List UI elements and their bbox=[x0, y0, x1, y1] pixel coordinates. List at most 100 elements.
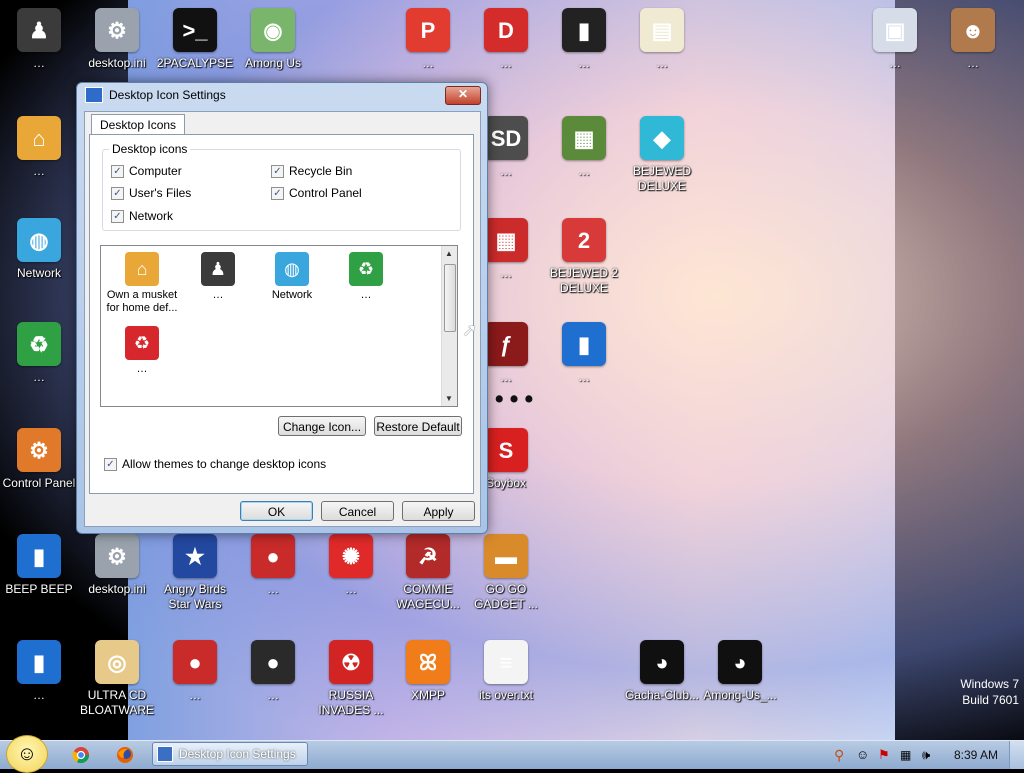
checkbox-recycle-bin[interactable]: ✓ Recycle Bin bbox=[271, 164, 352, 178]
scroll-down-arrow-icon[interactable]: ▼ bbox=[445, 394, 453, 403]
desktop-icon[interactable]: ▬ GO GO GADGET ... bbox=[467, 534, 545, 612]
apply-button[interactable]: Apply bbox=[402, 501, 475, 521]
flash-player-icon: ƒ bbox=[484, 322, 528, 366]
desktop-icon-label: XMPP bbox=[410, 688, 445, 702]
icon-list-view[interactable]: ⌂ Own a musket for home def... ♟… ◍ Network ♻… bbox=[100, 245, 458, 407]
checkbox-control-panel[interactable]: ✓ Control Panel bbox=[271, 186, 362, 200]
icon-list-item[interactable]: ♟… bbox=[179, 252, 257, 302]
desktop-icon[interactable]: ≡ its over.txt bbox=[467, 640, 545, 703]
checkbox-label: Computer bbox=[129, 164, 182, 178]
dialog-title: Desktop Icon Settings bbox=[109, 88, 226, 102]
show-desktop-button[interactable] bbox=[1009, 741, 1024, 769]
desktop-icon[interactable]: ◕ Among-Us_... bbox=[701, 640, 779, 703]
desktop-icon[interactable]: ▮… bbox=[0, 640, 78, 703]
icon-list-item[interactable]: ⌂ Own a musket for home def... bbox=[103, 252, 181, 315]
desktop-icon[interactable]: ☻… bbox=[934, 8, 1012, 71]
taskbar-item-desktop-icon-settings[interactable]: Desktop Icon Settings bbox=[152, 742, 308, 766]
checkbox-box[interactable]: ✓ bbox=[111, 186, 124, 200]
desktop-icon[interactable]: ☢ RUSSIA INVADES ... bbox=[312, 640, 390, 718]
network-tray-icon[interactable]: ▦ bbox=[900, 748, 914, 762]
desktop-icon[interactable]: ●… bbox=[234, 534, 312, 597]
desktop-icon[interactable]: ꕤ XMPP bbox=[389, 640, 467, 703]
app-icon: ▮ bbox=[17, 640, 61, 684]
desktop-icon[interactable]: ▮… bbox=[545, 322, 623, 385]
desktop-icon[interactable]: ♻… bbox=[0, 322, 78, 385]
desktop-icon[interactable]: ▮… bbox=[545, 8, 623, 71]
checkbox-allow-themes[interactable]: ✓ Allow themes to change desktop icons bbox=[104, 457, 326, 471]
scroll-up-arrow-icon[interactable]: ▲ bbox=[445, 249, 453, 258]
desktop-icon[interactable]: ◎ ULTRA CD BLOATWARE bbox=[78, 640, 156, 718]
cancel-button[interactable]: Cancel bbox=[321, 501, 394, 521]
checkbox-label: User's Files bbox=[129, 186, 192, 200]
desktop-icon[interactable]: ●… bbox=[156, 640, 234, 703]
desktop-icon[interactable]: ▣… bbox=[856, 8, 934, 71]
desktop-icon[interactable]: ♟… bbox=[0, 8, 78, 71]
mouse-cursor-icon: ➚ bbox=[462, 320, 478, 340]
icon-list-item[interactable]: ♻… bbox=[327, 252, 405, 302]
smiley-tray-icon[interactable]: ☺ bbox=[856, 748, 870, 762]
desktop-icon[interactable]: >_ 2PACALYPSE bbox=[156, 8, 234, 71]
icon-list-item-label: … bbox=[360, 289, 372, 301]
desktop-icon[interactable]: ◍ Network bbox=[0, 218, 78, 281]
desktop-icon[interactable]: D… bbox=[467, 8, 545, 71]
desktop-icon[interactable]: ✺… bbox=[312, 534, 390, 597]
ok-button[interactable]: OK bbox=[240, 501, 313, 521]
checkbox-label: Network bbox=[129, 209, 174, 223]
checkbox-box[interactable]: ✓ bbox=[111, 209, 124, 223]
chrome-taskbar-button[interactable] bbox=[66, 743, 96, 767]
desktop-icon[interactable]: ☭ COMMIE WAGECU... bbox=[389, 534, 467, 612]
icon-list-item[interactable]: ◍ Network bbox=[253, 252, 331, 302]
os-version-line: Windows 7 bbox=[960, 677, 1019, 691]
desktop-icon[interactable]: ◆ BEJEWED DELUXE bbox=[623, 116, 701, 194]
desktop-icon[interactable]: ⌂… bbox=[0, 116, 78, 179]
network-icon: ◍ bbox=[275, 252, 309, 286]
desktop-icon[interactable]: ▦… bbox=[545, 116, 623, 179]
checkbox-box[interactable]: ✓ bbox=[271, 164, 284, 178]
action-center-flag-icon[interactable]: ⚑ bbox=[878, 748, 892, 762]
vertical-scrollbar[interactable]: ▲ ▼ bbox=[441, 246, 457, 406]
angry-birds-icon: ● bbox=[251, 640, 295, 684]
change-icon-button[interactable]: Change Icon... bbox=[278, 416, 366, 436]
desktop-icon[interactable]: ⚙ Control Panel bbox=[0, 428, 78, 491]
clock[interactable]: 8:39 AM bbox=[954, 748, 998, 762]
desktop-icon[interactable]: ▮ BEEP BEEP bbox=[0, 534, 78, 597]
app-icon: P bbox=[406, 8, 450, 52]
checkbox-box[interactable]: ✓ bbox=[111, 164, 124, 178]
scroll-thumb[interactable] bbox=[444, 264, 456, 332]
desktop-icon[interactable]: ★ Angry Birds Star Wars bbox=[156, 534, 234, 612]
search-icon[interactable]: ⚲ bbox=[834, 748, 848, 762]
desktop-icon[interactable]: ⚙ desktop.ini bbox=[78, 8, 156, 71]
restore-default-button[interactable]: Restore Default bbox=[374, 416, 462, 436]
desktop-icon-label: Control Panel bbox=[2, 476, 76, 490]
dialog-titlebar[interactable]: Desktop Icon Settings bbox=[77, 83, 487, 107]
desktop-icon[interactable]: ◕ Gacha-Club... bbox=[623, 640, 701, 703]
desktop-icon-label: BEEP BEEP bbox=[5, 582, 73, 596]
firefox-taskbar-button[interactable] bbox=[110, 743, 140, 767]
tab-desktop-icons[interactable]: Desktop Icons bbox=[91, 114, 186, 135]
system-tray: ⚲ ☺ ⚑ ▦ 🕪 8:39 AM bbox=[834, 741, 998, 769]
checkbox-box[interactable]: ✓ bbox=[271, 186, 284, 200]
angry-birds-icon: ● bbox=[251, 534, 295, 578]
desktop-icon[interactable]: ▤… bbox=[623, 8, 701, 71]
volume-icon[interactable]: 🕪 bbox=[922, 748, 936, 762]
checkbox-box[interactable]: ✓ bbox=[104, 457, 117, 471]
desktop-icon[interactable]: 2 BEJEWED 2 DELUXE bbox=[545, 218, 623, 296]
desktop-icon-label: GO GO GADGET ... bbox=[474, 582, 538, 611]
desktop-icon[interactable]: ⚙ desktop.ini bbox=[78, 534, 156, 597]
checkbox-users-files[interactable]: ✓ User's Files bbox=[111, 186, 191, 200]
tab-page: Desktop icons ✓ Computer ✓ Recycle Bin ✓… bbox=[89, 134, 474, 494]
close-button[interactable]: ✕ bbox=[445, 86, 481, 105]
os-build-line: Build 7601 bbox=[962, 693, 1019, 707]
desktop-icon-label: … bbox=[33, 164, 45, 178]
desktop-icon-label: COMMIE WAGECU... bbox=[396, 582, 460, 611]
checkbox-network[interactable]: ✓ Network bbox=[111, 209, 173, 223]
start-button[interactable]: ☺ bbox=[6, 735, 48, 773]
computer-icon: ⌂ bbox=[125, 252, 159, 286]
desktop-icon[interactable]: P… bbox=[389, 8, 467, 71]
smiley-icon: ☺ bbox=[16, 742, 38, 765]
desktop-icons-group: Desktop icons ✓ Computer ✓ Recycle Bin ✓… bbox=[102, 142, 461, 231]
desktop-icon[interactable]: ●… bbox=[234, 640, 312, 703]
icon-list-item[interactable]: ♻… bbox=[103, 326, 181, 376]
desktop-icon[interactable]: ◉ Among Us bbox=[234, 8, 312, 71]
checkbox-computer[interactable]: ✓ Computer bbox=[111, 164, 182, 178]
